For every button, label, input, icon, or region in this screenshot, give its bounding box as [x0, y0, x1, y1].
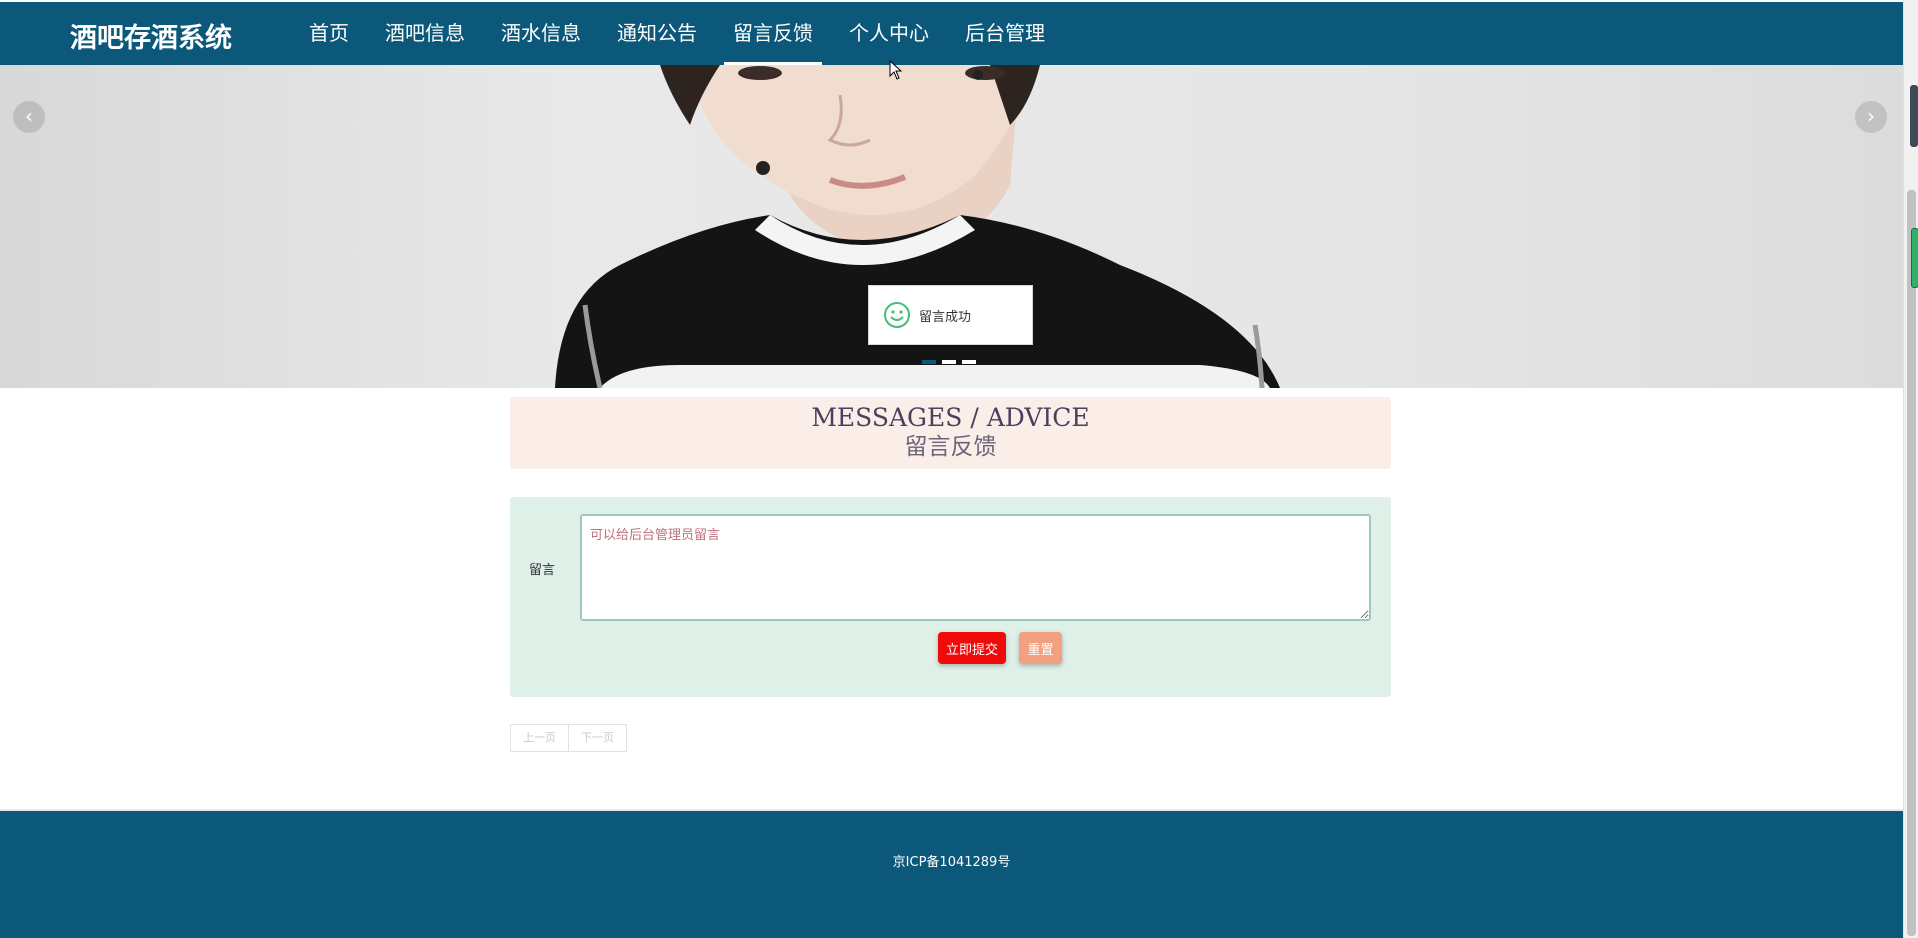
prev-page-button[interactable]: 上一页: [510, 724, 569, 752]
message-textarea[interactable]: [580, 514, 1371, 621]
message-label: 留言: [529, 563, 556, 578]
carousel-prev-button[interactable]: ‹: [13, 101, 45, 133]
top-navbar: 酒吧存酒系统 首页 酒吧信息 酒水信息 通知公告 留言反馈 个人中心 后台管理: [0, 2, 1903, 65]
nav-drink-info[interactable]: 酒水信息: [492, 2, 590, 65]
page: 酒吧存酒系统 首页 酒吧信息 酒水信息 通知公告 留言反馈 个人中心 后台管理: [0, 0, 1903, 938]
section-title-box: MESSAGES / ADVICE 留言反馈: [510, 397, 1391, 469]
section-title-en: MESSAGES / ADVICE: [811, 403, 1090, 432]
carousel-dot[interactable]: [922, 360, 936, 364]
carousel-dot[interactable]: [942, 360, 956, 364]
feedback-form: 留言 立即提交 重置: [510, 497, 1391, 697]
nav-profile[interactable]: 个人中心: [840, 2, 938, 65]
next-page-button[interactable]: 下一页: [569, 724, 627, 752]
footer: 京ICP备1041289号: [0, 809, 1903, 938]
submit-button[interactable]: 立即提交: [938, 632, 1006, 664]
success-toast: 留言成功: [868, 285, 1033, 345]
nav-admin[interactable]: 后台管理: [956, 2, 1054, 65]
section-title-cn: 留言反馈: [904, 434, 997, 460]
carousel-next-button[interactable]: ›: [1855, 101, 1887, 133]
toast-message: 留言成功: [919, 309, 972, 325]
nav-notices[interactable]: 通知公告: [608, 2, 706, 65]
footer-icp: 京ICP备1041289号: [892, 855, 1011, 870]
scrollbar-position-marker: [1911, 228, 1918, 288]
pagination: 上一页 下一页: [510, 724, 627, 752]
site-logo[interactable]: 酒吧存酒系统: [70, 16, 232, 55]
nav-bar-info[interactable]: 酒吧信息: [376, 2, 474, 65]
reset-button[interactable]: 重置: [1019, 632, 1062, 664]
nav-feedback[interactable]: 留言反馈: [724, 2, 822, 65]
nav-home[interactable]: 首页: [300, 2, 358, 65]
mouse-cursor-icon: [889, 60, 903, 80]
scrollbar-thumb[interactable]: [1907, 190, 1916, 936]
carousel-indicators: [922, 360, 976, 364]
carousel-dot[interactable]: [962, 360, 976, 364]
main-nav: 首页 酒吧信息 酒水信息 通知公告 留言反馈 个人中心 后台管理: [300, 2, 1072, 65]
scrollbar-marker: [1910, 85, 1918, 147]
chevron-left-icon: ‹: [25, 104, 33, 128]
chevron-right-icon: ›: [1867, 104, 1875, 128]
smile-icon: [884, 302, 910, 328]
